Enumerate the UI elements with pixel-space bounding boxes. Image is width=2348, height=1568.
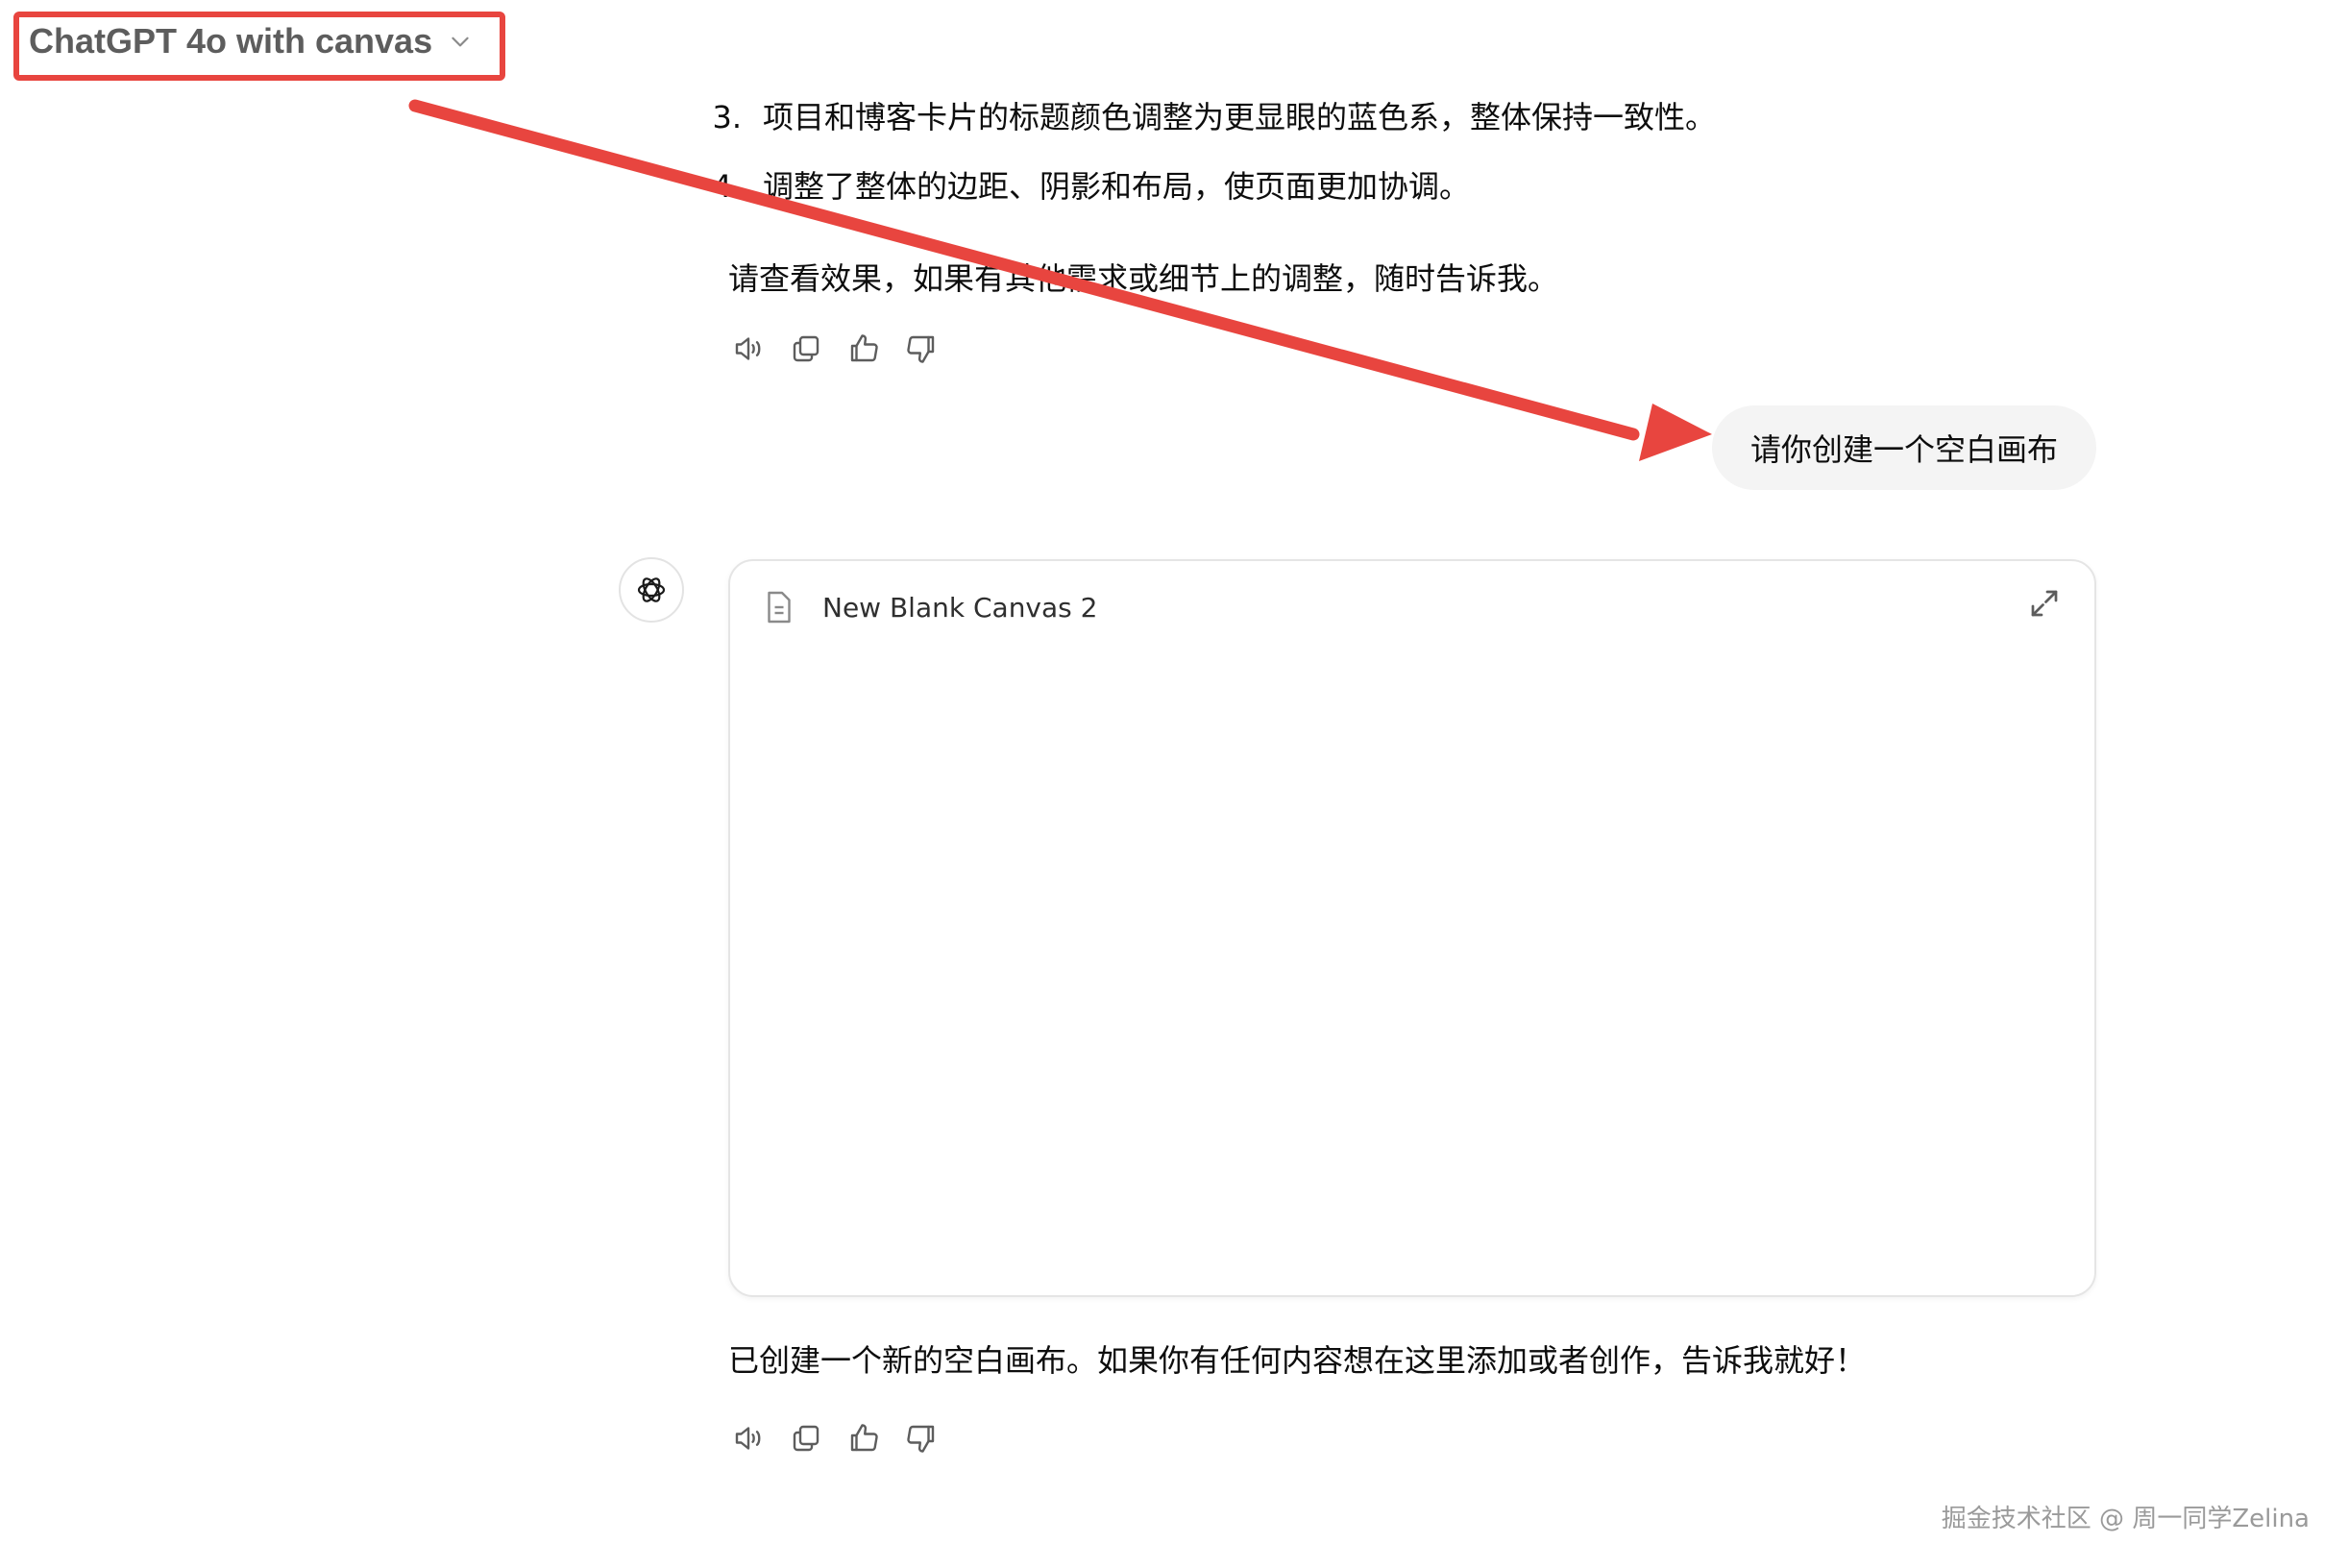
- copy-icon: [793, 1425, 819, 1452]
- expand-icon[interactable]: [2027, 586, 2062, 621]
- canvas-header: New Blank Canvas 2: [765, 590, 1097, 625]
- message-actions: [730, 331, 940, 367]
- list-text: 项目和博客卡片的标题颜色调整为更显眼的蓝色系，整体保持一致性。: [763, 99, 1717, 135]
- list-text: 调整了整体的边距、阴影和布局，使页面更加协调。: [763, 168, 1471, 205]
- watermark: 掘金技术社区 @ 周一同学Zelina: [1941, 1505, 2310, 1533]
- list-item: 4. 调整了整体的边距、阴影和布局，使页面更加协调。: [694, 165, 1470, 208]
- read-aloud-button[interactable]: [730, 1420, 767, 1457]
- list-item: 3. 项目和博客卡片的标题颜色调整为更显眼的蓝色系，整体保持一致性。: [694, 96, 1716, 138]
- thumbs-down-button[interactable]: [903, 331, 940, 367]
- document-icon: [768, 591, 791, 624]
- user-message-bubble: 请你创建一个空白画布: [1712, 405, 2096, 490]
- assistant-avatar: [619, 557, 684, 623]
- thumbs-up-button[interactable]: [845, 331, 882, 367]
- read-aloud-icon: [735, 1427, 761, 1450]
- canvas-title: New Blank Canvas 2: [822, 591, 1098, 624]
- thumbs-up-icon: [850, 334, 878, 362]
- copy-button[interactable]: [788, 1420, 824, 1457]
- canvas-card[interactable]: New Blank Canvas 2: [728, 559, 2096, 1297]
- list-number: 4.: [712, 168, 742, 205]
- thumbs-down-icon: [907, 335, 935, 363]
- thumbs-down-button[interactable]: [903, 1420, 940, 1457]
- openai-logo-icon: [637, 577, 666, 602]
- thumbs-up-icon: [850, 1424, 878, 1452]
- message-actions: [730, 1420, 940, 1457]
- read-aloud-icon: [735, 337, 761, 360]
- read-aloud-button[interactable]: [730, 331, 767, 367]
- thumbs-down-icon: [907, 1425, 935, 1453]
- copy-button[interactable]: [788, 331, 824, 367]
- copy-icon: [793, 335, 819, 362]
- thumbs-up-button[interactable]: [845, 1420, 882, 1457]
- assistant-reply-text: 已创建一个新的空白画布。如果你有任何内容想在这里添加或者创作，告诉我就好！: [728, 1342, 1867, 1379]
- assistant-closing-text: 请查看效果，如果有其他需求或细节上的调整，随时告诉我。: [728, 260, 1559, 297]
- list-number: 3.: [712, 99, 742, 135]
- highlight-box: [13, 12, 505, 81]
